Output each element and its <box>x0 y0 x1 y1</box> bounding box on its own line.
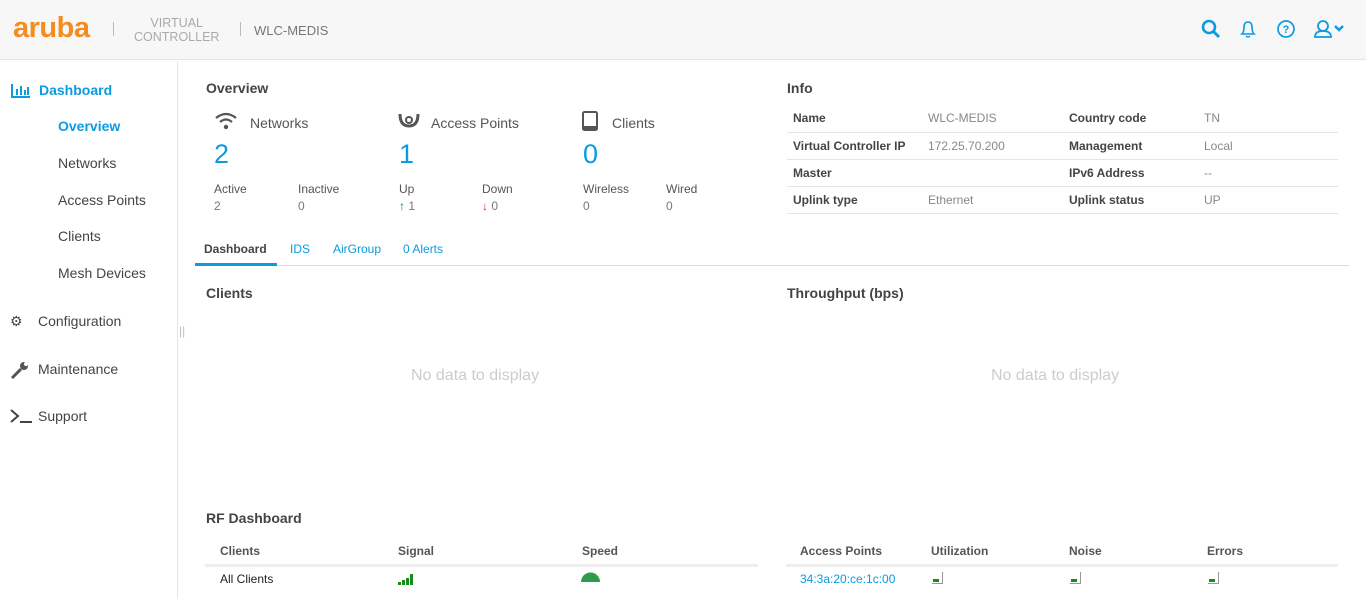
info-table: Name WLC-MEDIS Country code TN Virtual Contr… <box>787 105 1338 214</box>
aruba-logo: aruba <box>13 12 90 44</box>
help-icon[interactable]: ? <box>1275 18 1297 40</box>
rf-header-speed[interactable]: Speed <box>582 544 618 558</box>
active-tab-indicator <box>195 263 277 266</box>
errors-bar <box>1208 572 1219 584</box>
info-value: Ethernet <box>922 186 1063 214</box>
info-key: Management <box>1063 132 1198 160</box>
wired-value: 0 <box>666 199 673 213</box>
access-points-count[interactable]: 1 <box>399 139 414 170</box>
device-name: WLC-MEDIS <box>254 23 329 38</box>
clients-label: Clients <box>612 115 655 131</box>
rf-header-access-points[interactable]: Access Points <box>800 544 882 558</box>
rf-header-errors[interactable]: Errors <box>1207 544 1243 558</box>
rf-header-noise[interactable]: Noise <box>1069 544 1102 558</box>
terminal-icon <box>10 409 32 423</box>
gear-icon: ⚙ <box>10 313 23 329</box>
info-row: Uplink type Ethernet Uplink status UP <box>787 186 1338 214</box>
networks-label: Networks <box>250 115 309 131</box>
wireless-value: 0 <box>583 199 590 213</box>
tab-bar: Dashboard IDS AirGroup 0 Alerts <box>195 236 1349 266</box>
info-key: Uplink status <box>1063 186 1198 214</box>
info-value: TN <box>1198 105 1338 133</box>
down-label: Down <box>482 182 513 196</box>
clients-no-data: No data to display <box>411 367 540 384</box>
sidebar: Dashboard Overview Networks Access Point… <box>0 61 178 599</box>
wired-label: Wired <box>666 182 698 196</box>
arrow-up-icon: ↑ <box>399 199 405 213</box>
info-key: Country code <box>1063 105 1198 133</box>
tab-ids[interactable]: IDS <box>290 242 310 256</box>
info-value: UP <box>1198 186 1338 214</box>
active-value: 2 <box>214 199 221 213</box>
info-value: -- <box>1198 159 1338 187</box>
divider <box>113 22 114 36</box>
access-point-link[interactable]: 34:3a:20:ce:1c:00 <box>800 572 895 586</box>
wrench-icon <box>10 362 28 379</box>
info-title: Info <box>787 80 813 96</box>
down-value: ↓ 0 <box>482 199 499 213</box>
rf-header-utilization[interactable]: Utilization <box>931 544 988 558</box>
search-icon[interactable] <box>1200 18 1222 40</box>
speed-gauge-icon <box>581 572 600 582</box>
rf-header-clients[interactable]: Clients <box>220 544 260 558</box>
wireless-label: Wireless <box>583 182 630 196</box>
divider <box>205 564 758 567</box>
throughput-no-data: No data to display <box>991 367 1120 384</box>
tab-dashboard[interactable]: Dashboard <box>204 242 267 256</box>
up-value: ↑ 1 <box>399 199 416 213</box>
arrow-down-icon: ↓ <box>482 199 488 213</box>
info-value: Local <box>1198 132 1338 160</box>
inactive-label: Inactive <box>298 182 340 196</box>
sidebar-item-configuration[interactable]: ⚙ Configuration <box>10 313 121 329</box>
sidebar-item-dashboard[interactable]: Dashboard <box>11 82 112 98</box>
active-label: Active <box>214 182 247 196</box>
tab-alerts[interactable]: 0 Alerts <box>403 242 443 256</box>
info-row: Name WLC-MEDIS Country code TN <box>787 105 1338 133</box>
rf-header-signal[interactable]: Signal <box>398 544 434 558</box>
clients-count[interactable]: 0 <box>583 139 598 170</box>
top-bar: aruba VIRTUAL CONTROLLER WLC-MEDIS ? <box>0 0 1366 60</box>
access-points-label: Access Points <box>431 115 519 131</box>
product-name: VIRTUAL CONTROLLER <box>134 16 220 44</box>
info-value: 172.25.70.200 <box>922 132 1063 160</box>
utilization-bar <box>932 572 943 584</box>
user-menu-icon[interactable] <box>1312 18 1352 40</box>
overview-title: Overview <box>206 80 269 96</box>
rf-dashboard-title: RF Dashboard <box>206 510 302 526</box>
throughput-chart-title: Throughput (bps) <box>787 285 904 301</box>
info-key: Master <box>787 159 922 187</box>
clients-chart-title: Clients <box>206 285 253 301</box>
tab-airgroup[interactable]: AirGroup <box>333 242 381 256</box>
inactive-value: 0 <box>298 199 305 213</box>
all-clients-row[interactable]: All Clients <box>220 572 273 586</box>
svg-text:?: ? <box>1283 24 1290 36</box>
sidebar-item-mesh-devices[interactable]: Mesh Devices <box>58 265 146 281</box>
info-key: Uplink type <box>787 186 922 214</box>
resize-handle[interactable]: || <box>179 324 185 338</box>
tablet-icon <box>582 111 598 131</box>
info-value <box>922 159 1063 187</box>
info-key: Virtual Controller IP <box>787 132 922 160</box>
up-label: Up <box>399 182 415 196</box>
noise-bar <box>1070 572 1081 584</box>
access-point-icon <box>398 113 420 128</box>
chart-icon <box>11 84 30 98</box>
networks-count[interactable]: 2 <box>214 139 229 170</box>
info-value: WLC-MEDIS <box>922 105 1063 133</box>
signal-icon <box>398 574 413 585</box>
sidebar-item-overview[interactable]: Overview <box>58 118 120 134</box>
divider <box>786 564 1338 567</box>
sidebar-item-maintenance[interactable]: Maintenance <box>10 361 118 379</box>
info-row: Virtual Controller IP 172.25.70.200 Manage… <box>787 132 1338 160</box>
bell-icon[interactable] <box>1237 18 1259 40</box>
info-key: IPv6 Address <box>1063 159 1198 187</box>
sidebar-item-support[interactable]: Support <box>10 408 87 424</box>
divider <box>240 22 241 36</box>
sidebar-item-clients[interactable]: Clients <box>58 228 101 244</box>
info-key: Name <box>787 105 922 133</box>
wifi-icon <box>215 112 237 130</box>
sidebar-item-access-points[interactable]: Access Points <box>58 192 146 208</box>
info-row: Master IPv6 Address -- <box>787 159 1338 187</box>
sidebar-item-networks[interactable]: Networks <box>58 155 116 171</box>
